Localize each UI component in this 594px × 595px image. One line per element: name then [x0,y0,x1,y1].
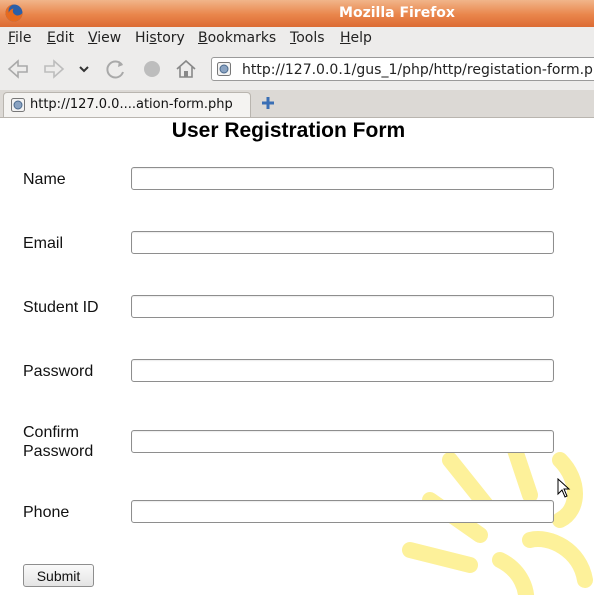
tab-bar: http://127.0.0....ation-form.php [0,90,594,118]
menu-file[interactable]: File [8,30,31,46]
menu-edit[interactable]: Edit [47,30,74,46]
menu-bar: File Edit View History Bookmarks Tools H… [0,27,594,49]
confirm-password-label-line2: Password [23,443,94,460]
password-label: Password [23,363,94,380]
student-id-field[interactable] [131,295,554,318]
phone-label: Phone [23,504,70,521]
home-icon[interactable] [172,57,200,81]
window-title: Mozilla Firefox [339,5,455,21]
url-input[interactable] [240,59,594,81]
mouse-cursor-icon [557,478,571,498]
name-field[interactable] [131,167,554,190]
stop-icon[interactable] [138,57,166,81]
history-dropdown-icon[interactable] [74,57,94,81]
window-titlebar: Mozilla Firefox [0,0,594,27]
confirm-password-label-line1: Confirm [23,424,80,441]
student-id-label: Student ID [23,299,99,316]
password-field[interactable] [131,359,554,382]
email-field[interactable] [131,231,554,254]
confirm-password-label: Confirm Password [23,423,93,461]
back-icon[interactable] [4,57,32,81]
navigation-toolbar [0,49,594,91]
menu-view[interactable]: View [88,30,121,46]
forward-icon[interactable] [40,57,68,81]
confirm-password-field[interactable] [131,430,554,453]
menu-help[interactable]: Help [340,30,372,46]
email-label: Email [23,235,64,252]
url-bar[interactable] [211,57,594,81]
site-identity-icon[interactable] [216,61,232,77]
menu-history[interactable]: History [135,30,185,46]
new-tab-icon[interactable] [259,94,277,112]
tab-active[interactable]: http://127.0.0....ation-form.php [3,92,251,117]
phone-field[interactable] [131,500,554,523]
submit-button[interactable]: Submit [23,564,94,587]
name-label: Name [23,171,66,188]
page-content: User Registration Form Name Email Studen… [0,118,594,595]
tab-label: http://127.0.0....ation-form.php [30,97,233,112]
page-favicon [11,98,25,112]
menu-tools[interactable]: Tools [290,30,325,46]
menu-bookmarks[interactable]: Bookmarks [198,30,276,46]
reload-icon[interactable] [102,57,130,81]
form-title: User Registration Form [171,119,406,142]
